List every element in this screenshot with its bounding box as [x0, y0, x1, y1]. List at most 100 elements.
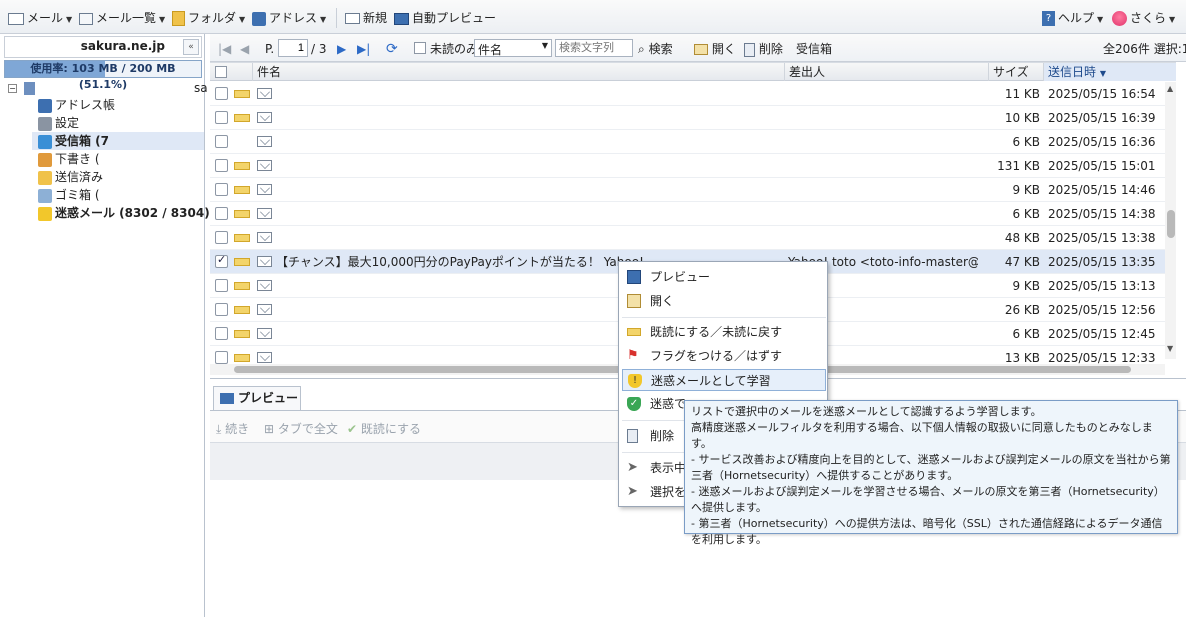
open-in-tab-button[interactable]: ⊞ タブで全文: [264, 420, 338, 437]
help-menu[interactable]: ? ヘルプ ▼: [1042, 9, 1103, 27]
refresh-icon[interactable]: ⟳: [386, 40, 398, 58]
last-page-button[interactable]: ▶|: [357, 40, 370, 58]
user-menu[interactable]: さくら ▼: [1112, 9, 1175, 27]
row-checkbox[interactable]: [215, 351, 228, 364]
table-row[interactable]: 131 KB 2025/05/15 15:01: [210, 154, 1165, 178]
server-icon: [23, 82, 35, 95]
search-field-select[interactable]: 件名 ▼: [474, 39, 552, 57]
table-row[interactable]: 6 KB 2025/05/15 16:36: [210, 130, 1165, 154]
mail-list-menu[interactable]: メール一覧 ▼: [79, 9, 165, 27]
row-checkbox[interactable]: [215, 183, 228, 196]
open-button[interactable]: 開く: [694, 40, 736, 58]
preview-tab[interactable]: プレビュー: [213, 386, 301, 410]
sender-column-header[interactable]: 差出人: [784, 63, 988, 81]
ctx-learn-spam-label: 迷惑メールとして学習: [651, 374, 771, 388]
size-column-header[interactable]: サイズ: [988, 63, 1043, 81]
folder-item[interactable]: 迷惑メール (8302 / 8304): [38, 204, 210, 222]
envelope-icon: [257, 112, 272, 123]
folder-menu[interactable]: フォルダ ▼: [172, 9, 245, 27]
row-date: 2025/05/15 14:46: [1048, 183, 1156, 197]
collapse-pane-button[interactable]: «: [183, 39, 199, 55]
ctx-learn-spam[interactable]: ! 迷惑メールとして学習: [622, 369, 826, 391]
mail-menu-label: メール: [27, 11, 64, 25]
envelope-icon: [257, 352, 272, 363]
delete-button[interactable]: 削除: [744, 40, 783, 58]
spam-shield-icon: !: [628, 374, 642, 388]
compose-icon: [345, 13, 360, 24]
table-row[interactable]: 48 KB 2025/05/15 13:38: [210, 226, 1165, 250]
new-mail-label: 新規: [363, 11, 388, 25]
row-size: 26 KB: [1004, 303, 1040, 317]
folder-icon: [172, 11, 185, 26]
row-subject: [276, 202, 782, 226]
auto-preview-button[interactable]: 自動プレビュー: [394, 9, 496, 27]
row-sender: [788, 226, 978, 250]
folder-item[interactable]: 送信済み: [38, 168, 103, 186]
folder-item-label: 受信箱 (7: [55, 134, 110, 148]
subject-column-header[interactable]: 件名: [252, 63, 784, 81]
table-row[interactable]: 6 KB 2025/05/15 14:38: [210, 202, 1165, 226]
table-row[interactable]: 9 KB 2025/05/15 14:46: [210, 178, 1165, 202]
row-date: 2025/05/15 15:01: [1048, 159, 1156, 173]
search-input[interactable]: [555, 39, 633, 57]
table-row[interactable]: 10 KB 2025/05/15 16:39: [210, 106, 1165, 130]
ctx-flag[interactable]: ⚑ フラグをつける／はずす: [622, 345, 826, 367]
row-checkbox[interactable]: [215, 135, 228, 148]
row-checkbox[interactable]: [215, 207, 228, 220]
new-mail-button[interactable]: 新規: [345, 9, 387, 27]
row-checkbox[interactable]: [215, 87, 228, 100]
envelope-icon: [257, 328, 272, 339]
tooltip-line: - 第三者（Hornetsecurity）への提供方法は、暗号化（SSL）された…: [691, 517, 1163, 546]
ctx-toggle-read-label: 既読にする／未読に戻す: [650, 325, 783, 339]
folder-item[interactable]: 設定: [38, 114, 79, 132]
mail-menu[interactable]: メール ▼: [8, 9, 72, 27]
row-size: 11 KB: [1004, 87, 1040, 101]
address-menu[interactable]: アドレス ▼: [252, 9, 326, 27]
mark-read-button[interactable]: ✔ 既読にする: [347, 420, 421, 437]
account-tree-root[interactable]: − sa: [8, 80, 208, 96]
ctx-preview[interactable]: プレビュー: [622, 266, 826, 288]
first-page-button[interactable]: |◀: [218, 40, 231, 58]
row-date: 2025/05/15 16:36: [1048, 135, 1156, 149]
scroll-down-icon[interactable]: ▼: [1167, 344, 1173, 353]
row-checkbox[interactable]: [215, 159, 228, 172]
trash-icon: [38, 188, 52, 203]
row-checkbox[interactable]: [215, 279, 228, 292]
tree-collapse-icon[interactable]: −: [8, 84, 17, 93]
safe-shield-icon: ✓: [627, 397, 641, 411]
row-size: 6 KB: [1012, 207, 1040, 221]
add-tab-icon: ⊞: [264, 422, 275, 436]
row-checkbox[interactable]: [215, 111, 228, 124]
row-checkbox[interactable]: [215, 327, 228, 340]
row-checkbox[interactable]: [215, 253, 228, 268]
scroll-up-icon[interactable]: ▲: [1167, 84, 1173, 93]
sort-desc-icon: ▼: [1099, 69, 1106, 78]
table-row[interactable]: 11 KB 2025/05/15 16:54: [210, 82, 1165, 106]
chevron-down-icon: ▼: [239, 15, 246, 24]
folder-item[interactable]: 受信箱 (7: [38, 132, 109, 150]
flag-icon: ⚑: [627, 348, 639, 363]
mail-icon: [8, 12, 24, 25]
folder-item[interactable]: アドレス帳: [38, 96, 115, 114]
date-column-header[interactable]: 送信日時 ▼: [1043, 63, 1176, 81]
row-size: 6 KB: [1012, 135, 1040, 149]
subject-header-label: 件名: [257, 65, 282, 79]
row-checkbox[interactable]: [215, 303, 228, 316]
select-all-checkbox[interactable]: [215, 66, 227, 78]
row-checkbox[interactable]: [215, 231, 228, 244]
page-input[interactable]: [278, 39, 308, 57]
row-size: 9 KB: [1012, 183, 1040, 197]
vertical-scroll-thumb[interactable]: [1167, 210, 1175, 238]
folder-item[interactable]: ゴミ箱 (: [38, 186, 100, 204]
continue-button[interactable]: ⤓ 続き: [216, 420, 249, 437]
account-header: sakura.ne.jp «: [4, 36, 202, 58]
search-button[interactable]: ⌕ 検索: [638, 40, 673, 58]
ctx-open[interactable]: 開く: [622, 290, 826, 312]
unread-only-checkbox[interactable]: [414, 42, 426, 54]
folder-item[interactable]: 下書き (: [38, 150, 100, 168]
row-sender: [788, 82, 978, 106]
prev-page-button[interactable]: ◀: [240, 40, 249, 58]
next-page-button[interactable]: ▶: [337, 40, 346, 58]
help-icon: ?: [1042, 11, 1055, 26]
ctx-toggle-read[interactable]: 既読にする／未読に戻す: [622, 321, 826, 343]
